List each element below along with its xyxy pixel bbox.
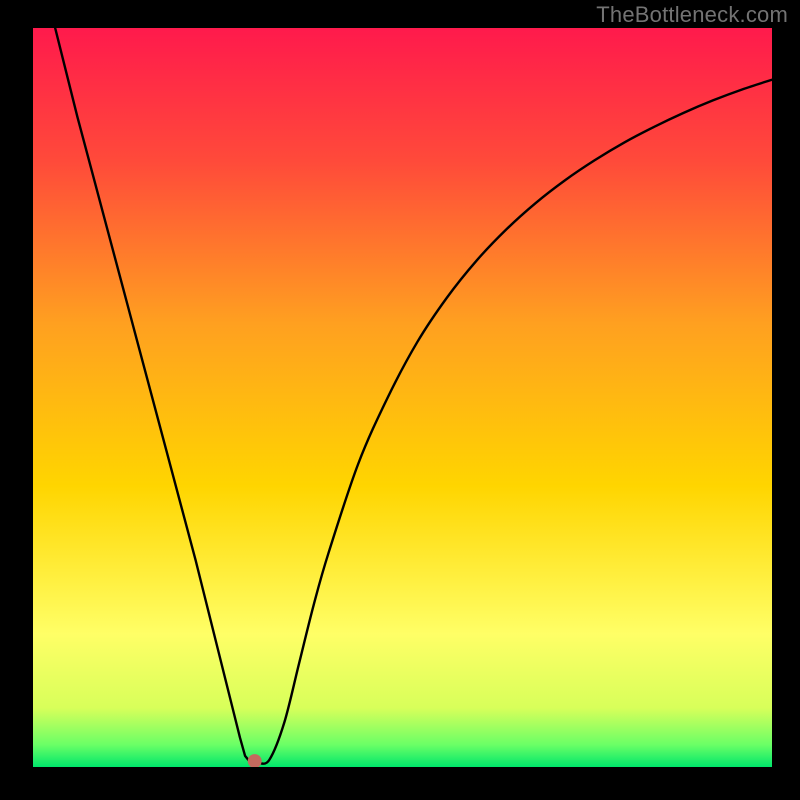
plot-area [33, 28, 772, 767]
chart-frame: TheBottleneck.com [0, 0, 800, 800]
watermark-text: TheBottleneck.com [596, 2, 788, 28]
bottleneck-chart [33, 28, 772, 767]
gradient-background [33, 28, 772, 767]
